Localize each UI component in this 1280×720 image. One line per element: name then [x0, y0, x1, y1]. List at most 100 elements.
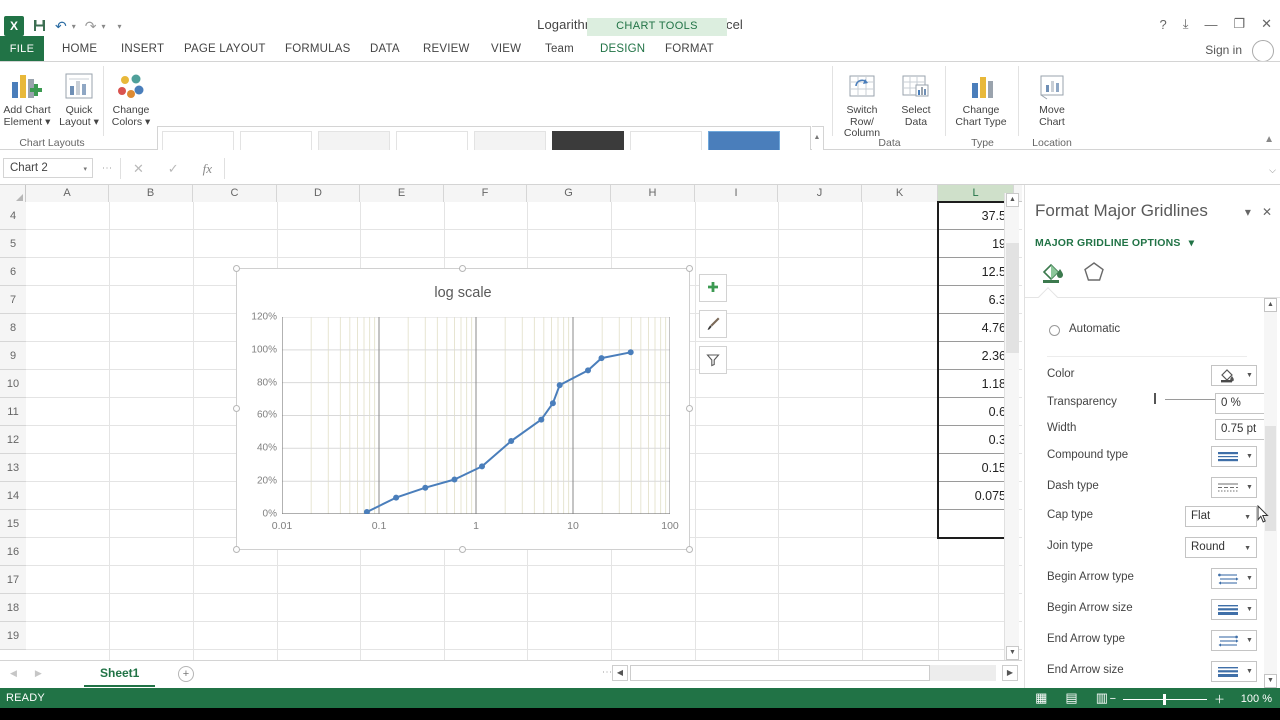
zoom-in-button[interactable]: ＋ — [1214, 691, 1225, 707]
hscroll-track[interactable] — [930, 665, 996, 681]
row-header-13[interactable]: 13 — [0, 454, 26, 482]
formula-input[interactable] — [228, 158, 1274, 179]
row-header-12[interactable]: 12 — [0, 426, 26, 454]
zoom-level-label[interactable]: 100 % — [1232, 693, 1272, 705]
chart-handle-nw[interactable] — [233, 265, 240, 272]
zoom-slider[interactable] — [1123, 693, 1207, 705]
row-header-19[interactable]: 19 — [0, 622, 26, 650]
color-picker-caret-icon[interactable]: ▼ — [1243, 372, 1256, 379]
row-header-16[interactable]: 16 — [0, 538, 26, 566]
move-chart-button[interactable]: Move Chart — [1025, 66, 1079, 128]
grid-scroll-down-icon[interactable]: ▼ — [1006, 646, 1019, 660]
grid-scroll-thumb[interactable] — [1006, 243, 1019, 353]
begin-arrow-type-caret-icon[interactable]: ▼ — [1243, 575, 1256, 582]
row-header-9[interactable]: 9 — [0, 342, 26, 370]
grid-vertical-scrollbar[interactable]: ▲ ▼ — [1004, 193, 1019, 660]
row-header-11[interactable]: 11 — [0, 398, 26, 426]
row-header-10[interactable]: 10 — [0, 370, 26, 398]
column-header-j[interactable]: J — [778, 185, 862, 202]
chart-filters-button[interactable] — [699, 346, 727, 374]
add-chart-element-button[interactable]: Add Chart Element ▾ — [0, 66, 54, 128]
cell-l14[interactable]: 0.075 — [938, 482, 1014, 510]
select-data-button[interactable]: Select Data — [889, 66, 943, 128]
begin-arrow-size-button[interactable]: ▼ — [1211, 599, 1257, 620]
automatic-radio[interactable] — [1049, 325, 1060, 336]
begin-arrow-size-caret-icon[interactable]: ▼ — [1243, 606, 1256, 613]
gallery-scroll-up-icon[interactable]: ▲ — [812, 128, 822, 148]
pane-row-automatic[interactable]: Automatic — [1025, 316, 1280, 346]
scrollbar-grip[interactable]: ⋮ — [601, 667, 612, 677]
enter-formula-icon[interactable]: ✓ — [168, 161, 179, 177]
chart-title[interactable]: log scale — [237, 285, 689, 301]
close-icon[interactable]: ✕ — [1261, 16, 1272, 32]
column-header-d[interactable]: D — [277, 185, 360, 202]
hscroll-thumb[interactable] — [630, 665, 930, 681]
column-header-f[interactable]: F — [444, 185, 527, 202]
chart-handle-n[interactable] — [459, 265, 466, 272]
join-type-caret-icon[interactable]: ▼ — [1244, 545, 1251, 552]
cell-l8[interactable]: 4.76 — [938, 314, 1014, 342]
compound-type-button[interactable]: ▼ — [1211, 446, 1257, 467]
row-header-5[interactable]: 5 — [0, 230, 26, 258]
page-break-view-icon[interactable]: ▥ — [1096, 690, 1108, 706]
add-sheet-icon[interactable]: + — [178, 666, 194, 682]
hscroll-right-icon[interactable]: ▶ — [1002, 665, 1018, 681]
quick-layout-button[interactable]: Quick Layout ▾ — [52, 66, 106, 128]
cell-l5[interactable]: 19 — [938, 230, 1014, 258]
tab-file[interactable]: FILE — [0, 36, 44, 62]
change-colors-button[interactable]: Change Colors ▾ — [104, 66, 158, 128]
pane-section-caret-icon[interactable]: ▾ — [1189, 237, 1194, 249]
grid-scroll-up-icon[interactable]: ▲ — [1006, 193, 1019, 207]
cell-l10[interactable]: 1.18 — [938, 370, 1014, 398]
end-arrow-type-caret-icon[interactable]: ▼ — [1243, 637, 1256, 644]
cap-type-select[interactable]: Flat ▼ — [1185, 506, 1257, 527]
select-all-button[interactable] — [0, 185, 26, 202]
sheet-prev-icon[interactable]: ◀ — [10, 668, 17, 679]
cell-l11[interactable]: 0.6 — [938, 398, 1014, 426]
chart-handle-s[interactable] — [459, 546, 466, 553]
cell-l6[interactable]: 12.5 — [938, 258, 1014, 286]
chart-handle-sw[interactable] — [233, 546, 240, 553]
end-arrow-size-caret-icon[interactable]: ▼ — [1243, 668, 1256, 675]
sheet-next-icon[interactable]: ▶ — [35, 668, 42, 679]
column-header-i[interactable]: I — [695, 185, 778, 202]
horizontal-scrollbar[interactable]: ⋮ ◀ ▶ — [601, 663, 1022, 685]
column-header-c[interactable]: C — [193, 185, 277, 202]
chart-handle-e[interactable] — [686, 405, 693, 412]
chart-elements-button[interactable] — [699, 274, 727, 302]
tab-view[interactable]: VIEW — [481, 36, 531, 62]
column-header-g[interactable]: G — [527, 185, 611, 202]
tab-team[interactable]: Team — [535, 36, 584, 62]
chart-handle-ne[interactable] — [686, 265, 693, 272]
transparency-slider-thumb[interactable] — [1154, 393, 1156, 404]
dash-type-caret-icon[interactable]: ▼ — [1243, 484, 1256, 491]
collapse-ribbon-icon[interactable]: ▲ — [1264, 134, 1274, 145]
column-header-a[interactable]: A — [26, 185, 109, 202]
cell-l7[interactable]: 6.3 — [938, 286, 1014, 314]
effects-icon[interactable] — [1075, 257, 1113, 287]
column-header-l[interactable]: L — [938, 185, 1014, 202]
cap-type-caret-icon[interactable]: ▼ — [1244, 514, 1251, 521]
tab-design[interactable]: DESIGN — [590, 36, 656, 62]
row-header-18[interactable]: 18 — [0, 594, 26, 622]
normal-view-icon[interactable]: ▦ — [1035, 690, 1047, 706]
cell-l13[interactable]: 0.15 — [938, 454, 1014, 482]
fill-line-icon[interactable] — [1035, 257, 1073, 294]
insert-function-icon[interactable]: fx — [203, 161, 212, 177]
row-header-4[interactable]: 4 — [0, 202, 26, 230]
chart-plot-area[interactable]: 0% 20% 40% 60% 80% 100% 120% 0.01 0.1 1 … — [251, 312, 678, 533]
change-chart-type-button[interactable]: Change Chart Type — [954, 66, 1008, 128]
zoom-out-button[interactable]: − — [1110, 693, 1116, 705]
pane-scroll-up-icon[interactable]: ▲ — [1264, 298, 1277, 312]
expand-formula-bar-icon[interactable]: ⌵ — [1269, 165, 1276, 176]
formula-bar-grip[interactable]: ⋮ — [101, 163, 112, 173]
row-header-15[interactable]: 15 — [0, 510, 26, 538]
compound-type-caret-icon[interactable]: ▼ — [1243, 453, 1256, 460]
column-header-h[interactable]: H — [611, 185, 695, 202]
column-header-e[interactable]: E — [360, 185, 444, 202]
row-header-6[interactable]: 6 — [0, 258, 26, 286]
row-header-14[interactable]: 14 — [0, 482, 26, 510]
zoom-slider-thumb[interactable] — [1163, 693, 1166, 705]
pane-scroll-down-icon[interactable]: ▼ — [1264, 674, 1277, 688]
help-icon[interactable]: ? — [1159, 17, 1166, 32]
